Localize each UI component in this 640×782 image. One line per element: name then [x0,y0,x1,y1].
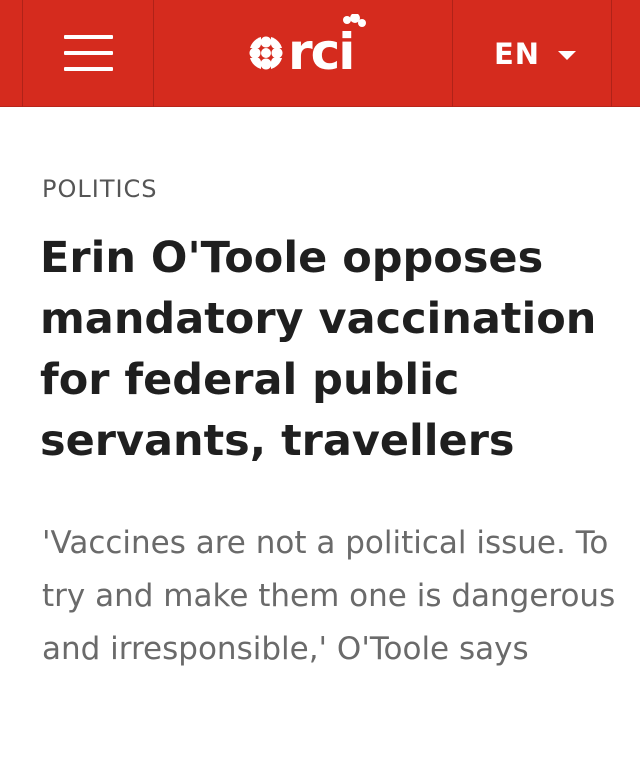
article-category[interactable]: POLITICS [42,175,158,203]
language-selector[interactable]: EN [452,0,612,107]
language-label: EN [494,37,541,71]
rci-logo: rci [249,13,366,81]
menu-button[interactable] [22,0,154,107]
article-headline: Erin O'Toole opposes mandatory vaccinati… [40,233,597,466]
rci-logo-link[interactable]: rci [244,13,374,84]
caret-down-icon [558,51,576,60]
top-navigation-bar: rci EN [0,0,640,107]
logo-text: rci [288,23,353,81]
cbc-gem-icon [249,36,283,70]
article-subtitle: 'Vaccines are not a political issue. To … [42,525,616,667]
